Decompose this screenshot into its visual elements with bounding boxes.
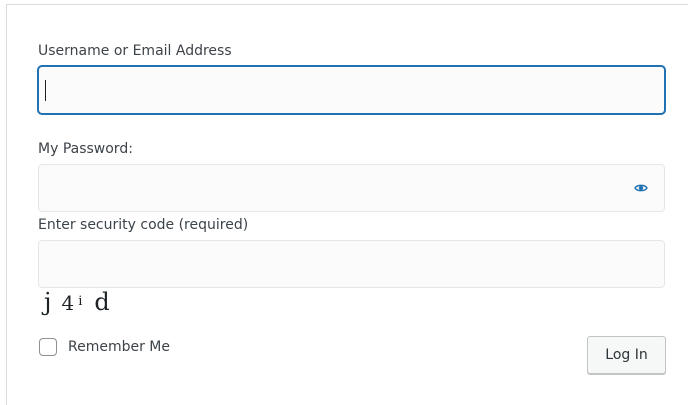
security-code-label: Enter security code (required) bbox=[38, 217, 249, 233]
login-page: Username or Email Address My Password: E… bbox=[0, 0, 688, 405]
captcha-char: j bbox=[44, 288, 52, 316]
remember-me-checkbox[interactable] bbox=[39, 338, 57, 356]
remember-me-label[interactable]: Remember Me bbox=[68, 338, 170, 356]
captcha-char: d bbox=[94, 288, 110, 316]
text-caret bbox=[45, 80, 46, 101]
captcha-char: 4 bbox=[61, 291, 75, 315]
log-in-button[interactable]: Log In bbox=[587, 336, 666, 374]
captcha-char: i bbox=[78, 294, 83, 309]
password-label: My Password: bbox=[38, 141, 133, 157]
username-label: Username or Email Address bbox=[38, 43, 232, 59]
captcha-image: j4id bbox=[44, 288, 110, 316]
username-input[interactable] bbox=[38, 66, 665, 114]
eye-icon[interactable] bbox=[634, 182, 648, 194]
password-input[interactable] bbox=[38, 164, 665, 212]
security-code-input[interactable] bbox=[38, 240, 665, 288]
